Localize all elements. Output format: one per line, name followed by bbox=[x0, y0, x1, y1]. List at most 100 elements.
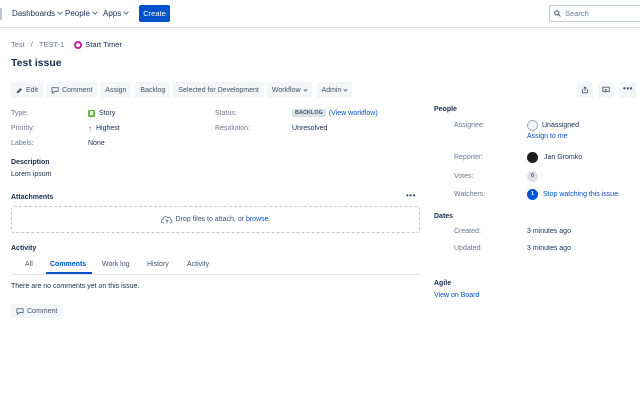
tab-work-log[interactable]: Work log bbox=[102, 261, 130, 268]
comment-toolbar-button[interactable]: Comment bbox=[46, 82, 98, 98]
search-input[interactable] bbox=[565, 9, 635, 18]
assign-button[interactable]: Assign bbox=[100, 82, 132, 98]
search-icon bbox=[554, 10, 561, 17]
attachment-dropzone[interactable]: Drop files to attach, or browse. bbox=[11, 206, 420, 233]
view-on-board-link[interactable]: View on Board bbox=[434, 292, 479, 299]
story-icon bbox=[88, 110, 95, 117]
watchers-count-badge[interactable]: 1 bbox=[527, 189, 538, 200]
issue-toolbar: Edit Comment Assign Backlog Selected for… bbox=[11, 82, 355, 98]
status-badge: BACKLOG bbox=[292, 109, 326, 117]
assignee-value: Unassigned bbox=[527, 120, 579, 131]
browse-link[interactable]: browse. bbox=[246, 216, 271, 223]
updated-label: Updated: bbox=[454, 245, 483, 252]
type-label: Type: bbox=[11, 110, 29, 117]
chevron-down-icon bbox=[343, 86, 348, 92]
chevron-down-icon bbox=[57, 9, 63, 15]
votes-value[interactable]: 0 bbox=[527, 171, 538, 182]
priority-value-text: Highest bbox=[96, 125, 120, 132]
status-label: Status: bbox=[215, 110, 237, 117]
breadcrumb-issue-key[interactable]: TEST-1 bbox=[39, 40, 64, 49]
create-button[interactable]: Create bbox=[139, 5, 170, 22]
selected-for-development-button[interactable]: Selected for Development bbox=[173, 82, 264, 98]
export-icon bbox=[602, 86, 610, 94]
breadcrumb-separator: / bbox=[30, 40, 33, 49]
chevron-down-icon bbox=[92, 9, 98, 15]
created-label: Created: bbox=[454, 228, 481, 235]
more-icon: ••• bbox=[623, 83, 633, 93]
watchers-value: 1 Stop watching this issue bbox=[527, 189, 618, 200]
stop-watching-link[interactable]: Stop watching this issue bbox=[543, 191, 618, 198]
priority-value: ↑ Highest bbox=[88, 124, 120, 133]
backlog-button[interactable]: Backlog bbox=[135, 82, 171, 98]
reporter-value: Jan Gromko bbox=[527, 152, 582, 163]
export-button[interactable] bbox=[598, 82, 614, 98]
start-timer-link[interactable]: Start Timer bbox=[85, 40, 122, 49]
tab-all[interactable]: All bbox=[25, 261, 33, 268]
tab-history[interactable]: History bbox=[147, 261, 169, 268]
upload-cloud-icon bbox=[160, 216, 172, 224]
labels-value: None bbox=[88, 140, 105, 147]
attachments-more-icon[interactable]: ••• bbox=[406, 191, 416, 200]
activity-heading: Activity bbox=[11, 245, 37, 252]
edit-button[interactable]: Edit bbox=[11, 82, 44, 98]
edit-label: Edit bbox=[26, 86, 39, 94]
assign-to-me-link[interactable]: Assign to me bbox=[527, 133, 567, 140]
more-actions-button[interactable]: ••• bbox=[620, 82, 636, 98]
watchers-label: Watchers: bbox=[454, 191, 486, 198]
priority-highest-icon: ↑ bbox=[88, 124, 92, 133]
admin-label: Admin bbox=[321, 86, 342, 94]
description-text[interactable]: Lorem ipsum bbox=[11, 171, 51, 178]
chevron-down-icon bbox=[123, 9, 130, 15]
status-value: BACKLOG (View workflow) bbox=[292, 109, 378, 117]
pencil-icon bbox=[16, 87, 22, 93]
nav-dashboards[interactable]: Dashboards bbox=[12, 9, 63, 18]
workflow-label: Workflow bbox=[271, 86, 301, 94]
unassigned-avatar bbox=[527, 120, 538, 131]
nav-dashboards-label: Dashboards bbox=[12, 9, 56, 18]
reporter-label: Reporter: bbox=[454, 154, 484, 161]
comment-icon bbox=[16, 307, 24, 315]
votes-count-badge: 0 bbox=[527, 171, 538, 182]
workflow-dropdown[interactable]: Workflow bbox=[266, 82, 312, 98]
issue-title: Test issue bbox=[11, 57, 62, 69]
resolution-label: Resolution: bbox=[215, 125, 251, 132]
nav-divider bbox=[0, 8, 2, 20]
votes-label: Votes: bbox=[454, 173, 474, 180]
active-tab-indicator bbox=[46, 272, 92, 274]
add-comment-button[interactable]: Comment bbox=[11, 304, 63, 318]
nav-people-label: People bbox=[65, 9, 90, 18]
labels-label: Labels: bbox=[11, 140, 34, 147]
tab-comments[interactable]: Comments bbox=[50, 261, 86, 268]
type-value: Story bbox=[88, 110, 115, 117]
avatar bbox=[527, 152, 538, 163]
nav-apps[interactable]: Apps bbox=[103, 9, 130, 18]
assignee-value-text: Unassigned bbox=[542, 122, 579, 129]
share-button[interactable] bbox=[577, 82, 593, 98]
reporter-name[interactable]: Jan Gromko bbox=[544, 154, 582, 161]
resolution-value: Unresolved bbox=[292, 125, 328, 132]
timer-icon bbox=[74, 40, 83, 49]
comment-icon bbox=[51, 86, 59, 94]
created-value: 3 minutes ago bbox=[527, 228, 571, 235]
nav-people[interactable]: People bbox=[65, 9, 98, 18]
view-on-board-text: View on Board bbox=[434, 292, 480, 299]
admin-dropdown[interactable]: Admin bbox=[316, 82, 353, 98]
assignee-label: Assignee: bbox=[454, 122, 485, 129]
priority-label: Priority: bbox=[11, 125, 35, 132]
dropzone-text: Drop files to attach, or bbox=[175, 216, 244, 223]
people-heading: People bbox=[434, 106, 457, 113]
tab-activity[interactable]: Activity bbox=[187, 261, 209, 268]
share-icon bbox=[582, 86, 588, 94]
activity-tabs: All Comments Work log History Activity bbox=[11, 258, 420, 275]
nav-apps-label: Apps bbox=[103, 9, 122, 18]
top-navigation: Dashboards People Apps Create bbox=[0, 0, 640, 28]
view-workflow-link[interactable]: (View workflow) bbox=[329, 110, 378, 117]
description-heading: Description bbox=[11, 159, 50, 166]
breadcrumb-project[interactable]: Test bbox=[11, 40, 25, 49]
search-box[interactable] bbox=[549, 5, 640, 22]
add-comment-label: Comment bbox=[27, 307, 58, 315]
breadcrumb: Test / TEST-1 Start Timer bbox=[11, 40, 122, 49]
chevron-down-icon bbox=[302, 86, 308, 92]
assign-to-me-text: Assign to me bbox=[527, 133, 568, 140]
updated-value: 3 minutes ago bbox=[527, 245, 571, 252]
